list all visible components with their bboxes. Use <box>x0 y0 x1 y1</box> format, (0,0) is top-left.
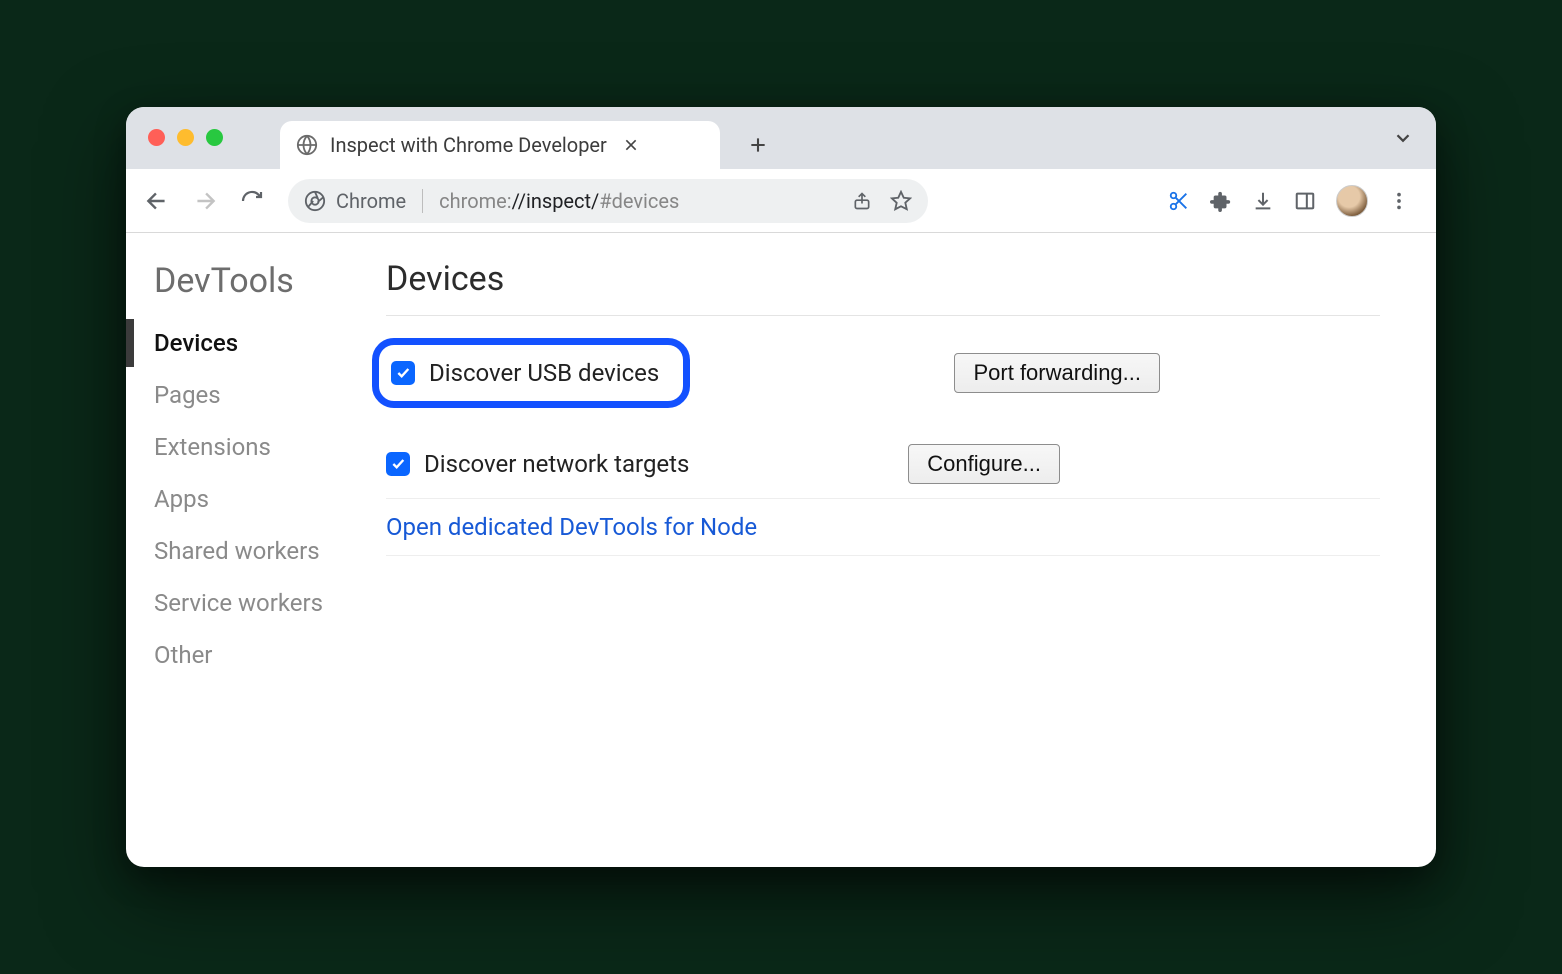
toolbar-right <box>1168 185 1418 217</box>
label-discover-usb: Discover USB devices <box>429 359 659 387</box>
share-icon[interactable] <box>852 191 872 211</box>
scissors-icon[interactable] <box>1168 190 1190 212</box>
minimize-window-icon[interactable] <box>177 129 194 146</box>
checkbox-discover-usb[interactable] <box>391 361 415 385</box>
omnibox[interactable]: Chrome chrome://inspect/#devices <box>288 179 928 223</box>
sidebar: DevTools Devices Pages Extensions Apps S… <box>126 233 386 867</box>
toolbar: Chrome chrome://inspect/#devices <box>126 169 1436 233</box>
highlight-usb-option: Discover USB devices <box>372 338 690 408</box>
browser-window: Inspect with Chrome Developer <box>126 107 1436 867</box>
omnibox-divider <box>422 189 423 213</box>
main-panel: Devices Discover USB devices Port forwar… <box>386 233 1436 867</box>
sidebar-item-devices[interactable]: Devices <box>154 329 386 357</box>
browser-tab[interactable]: Inspect with Chrome Developer <box>280 121 720 169</box>
extensions-icon[interactable] <box>1210 190 1232 212</box>
sidebar-menu: Devices Pages Extensions Apps Shared wor… <box>154 329 386 669</box>
download-icon[interactable] <box>1252 190 1274 212</box>
bookmark-star-icon[interactable] <box>890 190 912 212</box>
sidebar-item-apps[interactable]: Apps <box>154 485 386 513</box>
sidebar-item-pages[interactable]: Pages <box>154 381 386 409</box>
row-network: Discover network targets Configure... <box>386 430 1380 499</box>
close-tab-icon[interactable] <box>619 137 643 153</box>
page-heading: Devices <box>386 259 1380 299</box>
reload-icon[interactable] <box>240 189 264 213</box>
forward-icon[interactable] <box>192 188 218 214</box>
label-discover-network: Discover network targets <box>424 450 689 478</box>
port-forwarding-button[interactable]: Port forwarding... <box>954 353 1160 393</box>
omnibox-scheme-label: Chrome <box>336 189 406 213</box>
heading-divider <box>386 315 1380 316</box>
menu-dots-icon[interactable] <box>1388 190 1410 212</box>
row-usb: Discover USB devices Port forwarding... <box>386 334 1380 430</box>
sidebar-item-shared-workers[interactable]: Shared workers <box>154 537 386 565</box>
profile-avatar[interactable] <box>1336 185 1368 217</box>
sidebar-brand: DevTools <box>154 261 386 301</box>
checkbox-discover-network[interactable] <box>386 452 410 476</box>
nav-controls <box>144 188 264 214</box>
sidebar-item-service-workers[interactable]: Service workers <box>154 589 386 617</box>
sidebar-item-extensions[interactable]: Extensions <box>154 433 386 461</box>
open-node-devtools-link[interactable]: Open dedicated DevTools for Node <box>386 513 757 541</box>
window-controls <box>148 129 223 146</box>
panel-icon[interactable] <box>1294 190 1316 212</box>
close-window-icon[interactable] <box>148 129 165 146</box>
maximize-window-icon[interactable] <box>206 129 223 146</box>
sidebar-item-other[interactable]: Other <box>154 641 386 669</box>
globe-icon <box>296 134 318 156</box>
page-content: DevTools Devices Pages Extensions Apps S… <box>126 233 1436 867</box>
row-node-link: Open dedicated DevTools for Node <box>386 499 1380 556</box>
configure-button[interactable]: Configure... <box>908 444 1060 484</box>
back-icon[interactable] <box>144 188 170 214</box>
new-tab-button[interactable] <box>738 125 778 165</box>
tab-title: Inspect with Chrome Developer <box>330 133 607 157</box>
tab-bar: Inspect with Chrome Developer <box>126 107 1436 169</box>
omnibox-url: chrome://inspect/#devices <box>439 189 679 213</box>
sidebar-active-indicator <box>126 319 134 367</box>
group-network: Discover network targets <box>386 450 806 478</box>
tabs-dropdown-icon[interactable] <box>1392 127 1414 149</box>
chrome-icon <box>304 190 326 212</box>
